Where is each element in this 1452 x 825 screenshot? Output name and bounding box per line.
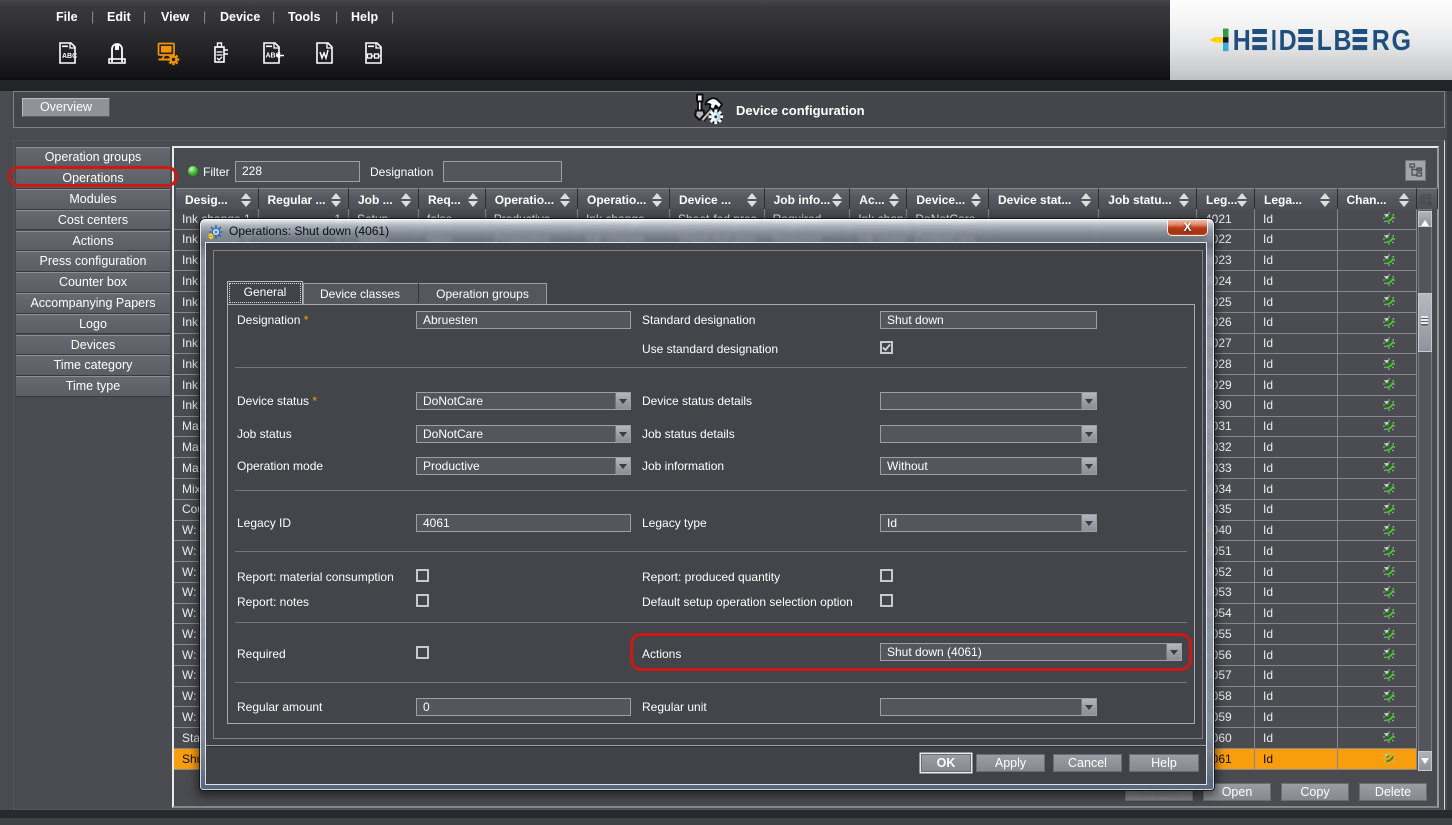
- svg-text:L: L: [1317, 25, 1332, 57]
- svg-text:B: B: [1334, 25, 1352, 57]
- svg-text:D: D: [1279, 25, 1297, 57]
- svg-text:I: I: [1271, 25, 1277, 57]
- svg-text:G: G: [1392, 25, 1412, 57]
- svg-text:R: R: [1372, 25, 1390, 57]
- svg-text:H: H: [1233, 25, 1251, 57]
- svg-text:ABC: ABC: [62, 53, 77, 60]
